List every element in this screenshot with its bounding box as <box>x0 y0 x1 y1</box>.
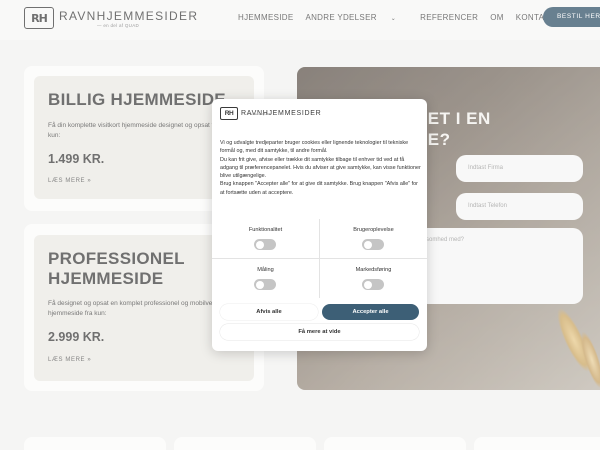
cookie-paragraph: Du kan frit give, afvise eller trække di… <box>220 156 421 180</box>
dialog-logo-mark: RH <box>220 107 238 120</box>
cookie-consent-dialog: RH RAVNHJEMMESIDER — en del af QUAD Vi o… <box>212 99 427 351</box>
toggle-knob <box>363 240 372 249</box>
toggle-label: Markedsføring <box>355 267 392 273</box>
toggle-knob <box>255 280 264 289</box>
cookie-text: Vi og udvalgte tredjeparter bruger cooki… <box>220 139 423 197</box>
toggle-switch-funktionalitet[interactable] <box>254 239 276 250</box>
reject-all-button[interactable]: Afvis alle <box>220 304 318 320</box>
cookie-paragraph: Brug knappen "Accepter alle" for at give… <box>220 181 418 196</box>
toggle-markedsfoering: Markedsføring <box>320 259 427 298</box>
toggle-knob <box>255 240 264 249</box>
toggle-label: Funktionalitet <box>248 227 283 233</box>
toggle-label: Brugeroplevelse <box>353 227 394 233</box>
toggle-brugeroplevelse: Brugeroplevelse <box>320 219 427 258</box>
toggle-maaling: Måling <box>212 259 319 298</box>
learn-more-button[interactable]: Få mere at vide <box>220 324 419 340</box>
toggle-switch-brugeroplevelse[interactable] <box>362 239 384 250</box>
toggle-knob <box>363 280 372 289</box>
toggle-funktionalitet: Funktionalitet <box>212 219 319 258</box>
toggle-switch-markedsfoering[interactable] <box>362 279 384 290</box>
cookie-paragraph: Vi og udvalgte tredjeparter bruger cooki… <box>220 140 409 155</box>
accept-all-button[interactable]: Accepter alle <box>322 304 419 320</box>
dialog-logo-sub: — en del af QUAD <box>246 112 271 116</box>
toggle-switch-maaling[interactable] <box>254 279 276 290</box>
toggle-label: Måling <box>257 267 274 273</box>
